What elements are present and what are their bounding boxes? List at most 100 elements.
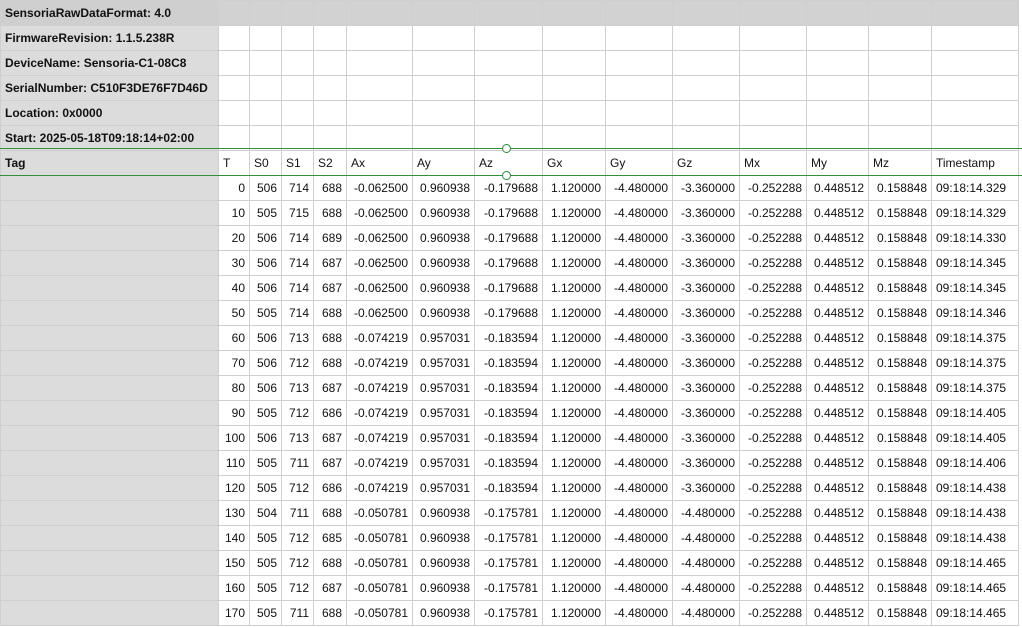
data-cell[interactable]: -0.062500 xyxy=(346,275,413,301)
data-cell[interactable]: -3.360000 xyxy=(672,175,740,201)
data-cell[interactable]: -4.480000 xyxy=(605,250,673,276)
data-cell[interactable]: 505 xyxy=(249,200,282,226)
data-cell[interactable]: 713 xyxy=(281,425,314,451)
empty-cell[interactable] xyxy=(218,0,250,26)
data-cell[interactable]: -4.480000 xyxy=(605,375,673,401)
empty-cell[interactable] xyxy=(218,25,250,51)
data-cell[interactable]: -0.074219 xyxy=(346,400,413,426)
data-cell[interactable]: 0.158848 xyxy=(868,300,932,326)
data-cell[interactable]: -4.480000 xyxy=(672,525,740,551)
data-cell[interactable]: -0.183594 xyxy=(474,350,543,376)
empty-cell[interactable] xyxy=(605,25,673,51)
data-cell[interactable]: 1.120000 xyxy=(542,550,606,576)
data-cell[interactable]: 0.158848 xyxy=(868,550,932,576)
empty-cell[interactable] xyxy=(412,75,475,101)
data-cell[interactable]: 0.158848 xyxy=(868,250,932,276)
data-cell[interactable]: 0.448512 xyxy=(806,350,869,376)
data-cell[interactable]: -0.252288 xyxy=(739,400,807,426)
data-cell[interactable]: -4.480000 xyxy=(605,500,673,526)
data-cell[interactable]: -4.480000 xyxy=(605,600,673,626)
data-cell[interactable]: -4.480000 xyxy=(605,350,673,376)
data-cell[interactable]: 1.120000 xyxy=(542,525,606,551)
tag-cell[interactable] xyxy=(0,275,219,301)
data-cell[interactable]: -0.074219 xyxy=(346,350,413,376)
data-cell[interactable]: 110 xyxy=(218,450,250,476)
data-cell[interactable]: 0.158848 xyxy=(868,500,932,526)
data-cell[interactable]: 712 xyxy=(281,350,314,376)
data-cell[interactable]: -0.252288 xyxy=(739,425,807,451)
column-header[interactable]: S1 xyxy=(281,150,314,176)
empty-cell[interactable] xyxy=(868,0,932,26)
data-cell[interactable]: 1.120000 xyxy=(542,300,606,326)
empty-cell[interactable] xyxy=(739,125,807,151)
empty-cell[interactable] xyxy=(474,25,543,51)
tag-cell[interactable] xyxy=(0,375,219,401)
data-cell[interactable]: 686 xyxy=(313,475,347,501)
empty-cell[interactable] xyxy=(672,100,740,126)
empty-cell[interactable] xyxy=(249,125,282,151)
freeze-pane-line-bottom[interactable] xyxy=(0,175,1022,176)
data-cell[interactable]: 09:18:14.375 xyxy=(931,375,1019,401)
data-cell[interactable]: -0.074219 xyxy=(346,450,413,476)
data-cell[interactable]: -0.183594 xyxy=(474,400,543,426)
tag-cell[interactable] xyxy=(0,500,219,526)
data-cell[interactable]: 09:18:14.375 xyxy=(931,350,1019,376)
data-cell[interactable]: 30 xyxy=(218,250,250,276)
data-cell[interactable]: 09:18:14.406 xyxy=(931,450,1019,476)
data-cell[interactable]: -0.252288 xyxy=(739,525,807,551)
data-cell[interactable]: 09:18:14.465 xyxy=(931,550,1019,576)
empty-cell[interactable] xyxy=(249,25,282,51)
data-cell[interactable]: 09:18:14.329 xyxy=(931,200,1019,226)
empty-cell[interactable] xyxy=(218,125,250,151)
data-cell[interactable]: 0.960938 xyxy=(412,575,475,601)
empty-cell[interactable] xyxy=(739,75,807,101)
data-cell[interactable]: 505 xyxy=(249,525,282,551)
data-cell[interactable]: -0.050781 xyxy=(346,525,413,551)
empty-cell[interactable] xyxy=(739,25,807,51)
data-cell[interactable]: 0.957031 xyxy=(412,375,475,401)
data-cell[interactable]: -0.179688 xyxy=(474,250,543,276)
empty-cell[interactable] xyxy=(313,100,347,126)
data-cell[interactable]: -0.175781 xyxy=(474,500,543,526)
data-cell[interactable]: -0.050781 xyxy=(346,550,413,576)
empty-cell[interactable] xyxy=(542,100,606,126)
data-cell[interactable]: 505 xyxy=(249,450,282,476)
data-cell[interactable]: 0.960938 xyxy=(412,525,475,551)
data-cell[interactable]: 712 xyxy=(281,400,314,426)
data-cell[interactable]: -3.360000 xyxy=(672,450,740,476)
data-cell[interactable]: 1.120000 xyxy=(542,175,606,201)
data-cell[interactable]: 505 xyxy=(249,475,282,501)
data-cell[interactable]: 0.960938 xyxy=(412,200,475,226)
data-cell[interactable]: 506 xyxy=(249,225,282,251)
data-cell[interactable]: 505 xyxy=(249,550,282,576)
data-cell[interactable]: -4.480000 xyxy=(605,525,673,551)
data-cell[interactable]: 0.448512 xyxy=(806,550,869,576)
data-cell[interactable]: 0.158848 xyxy=(868,600,932,626)
data-cell[interactable]: 688 xyxy=(313,550,347,576)
data-cell[interactable]: 688 xyxy=(313,500,347,526)
data-cell[interactable]: 0.158848 xyxy=(868,375,932,401)
data-cell[interactable]: 09:18:14.330 xyxy=(931,225,1019,251)
tag-cell[interactable] xyxy=(0,200,219,226)
empty-cell[interactable] xyxy=(313,125,347,151)
empty-cell[interactable] xyxy=(281,100,314,126)
data-cell[interactable]: 712 xyxy=(281,525,314,551)
data-cell[interactable]: 0.957031 xyxy=(412,325,475,351)
data-cell[interactable]: 506 xyxy=(249,325,282,351)
column-header[interactable]: Tag xyxy=(0,150,219,176)
data-cell[interactable]: 0.448512 xyxy=(806,300,869,326)
data-cell[interactable]: 687 xyxy=(313,450,347,476)
data-cell[interactable]: 0.960938 xyxy=(412,550,475,576)
data-cell[interactable]: 712 xyxy=(281,575,314,601)
data-cell[interactable]: -3.360000 xyxy=(672,475,740,501)
empty-cell[interactable] xyxy=(605,100,673,126)
empty-cell[interactable] xyxy=(346,25,413,51)
data-cell[interactable]: 688 xyxy=(313,200,347,226)
empty-cell[interactable] xyxy=(346,125,413,151)
empty-cell[interactable] xyxy=(672,125,740,151)
data-cell[interactable]: 0.158848 xyxy=(868,425,932,451)
data-cell[interactable]: 09:18:14.438 xyxy=(931,500,1019,526)
data-cell[interactable]: 1.120000 xyxy=(542,500,606,526)
data-cell[interactable]: 0.960938 xyxy=(412,225,475,251)
data-cell[interactable]: 1.120000 xyxy=(542,450,606,476)
